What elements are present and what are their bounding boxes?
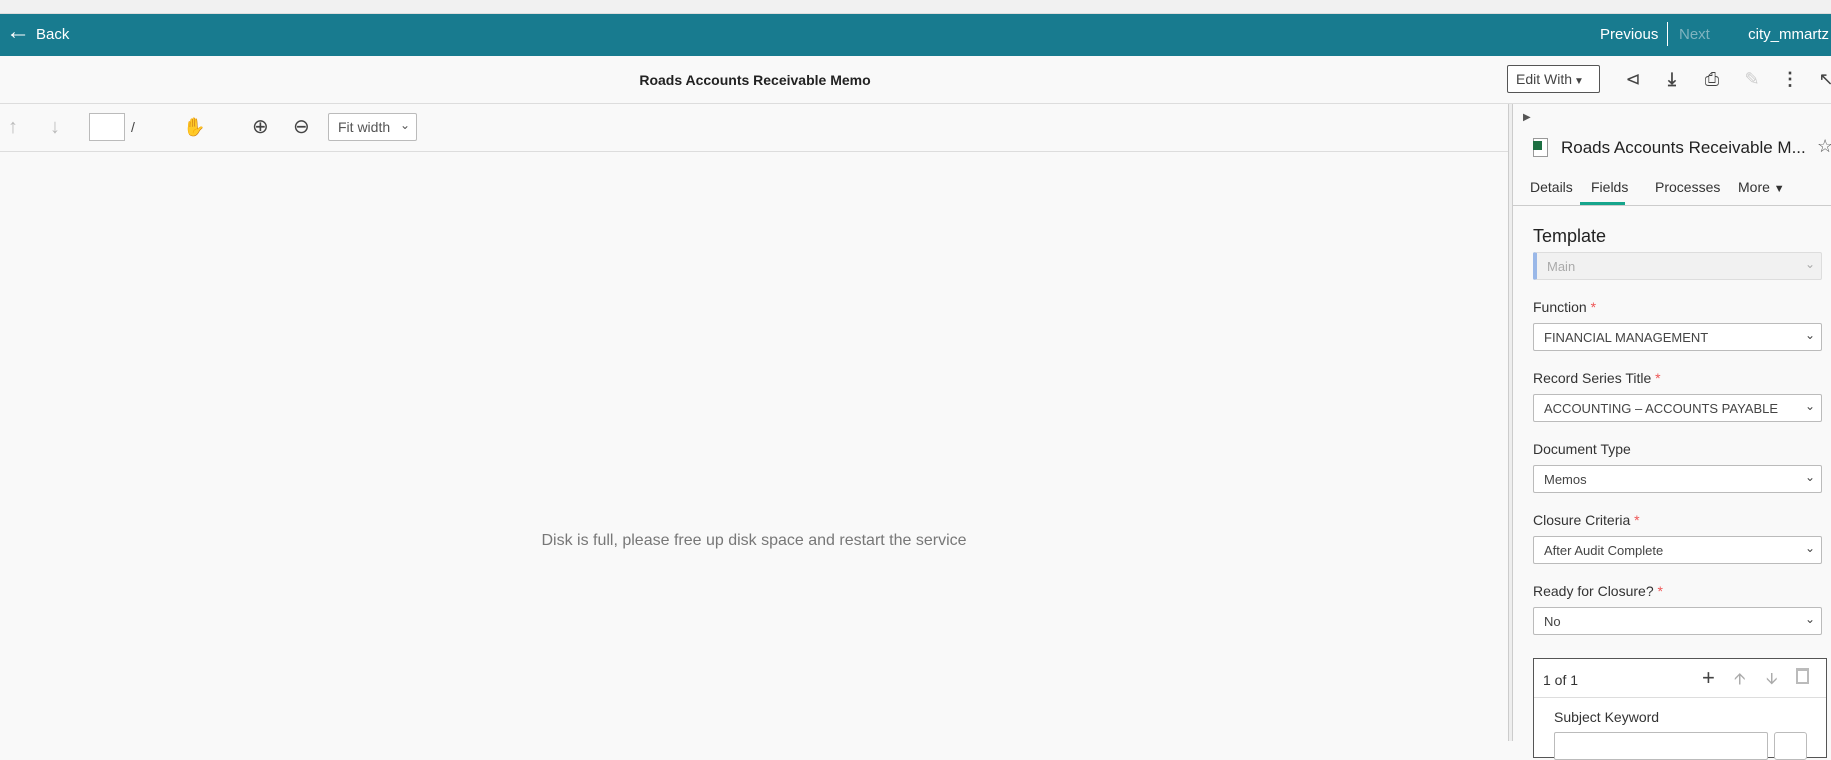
- caret-down-icon: ▼: [1773, 183, 1785, 195]
- tab-processes[interactable]: Processes: [1655, 179, 1720, 195]
- properties-panel: ▶ Roads Accounts Receivable M... ☆ Detai…: [1513, 104, 1831, 760]
- function-value: FINANCIAL MANAGEMENT: [1544, 330, 1709, 345]
- user-menu[interactable]: city_mmartz: [1721, 26, 1829, 43]
- back-button[interactable]: Back: [36, 26, 69, 43]
- subject-keyword-group: 1 of 1 + 🡩 🡫 Subject Keyword: [1533, 658, 1827, 760]
- chevron-down-icon: ⌄: [1804, 257, 1815, 271]
- record-series-title-value: ACCOUNTING – ACCOUNTS PAYABLE: [1544, 401, 1779, 416]
- closure-criteria-label: Closure Criteria *: [1533, 512, 1640, 528]
- tab-more-label: More: [1738, 179, 1770, 195]
- add-entry-icon[interactable]: +: [1702, 665, 1715, 691]
- chevron-down-icon: ⌄: [1804, 399, 1815, 413]
- document-type-label: Document Type: [1533, 441, 1631, 457]
- page-separator: /: [131, 119, 135, 135]
- delete-entry-icon: [1796, 668, 1809, 684]
- subject-keyword-label: Subject Keyword: [1554, 709, 1660, 725]
- edit-with-label: Edit With: [1516, 71, 1573, 87]
- print-icon[interactable]: ⎙: [1701, 68, 1723, 90]
- move-up-icon: 🡩: [1734, 671, 1746, 688]
- template-select: Main ⌄: [1533, 252, 1822, 280]
- entry-counter: 1 of 1: [1543, 672, 1579, 688]
- closure-criteria-select[interactable]: After Audit Complete ⌄: [1533, 536, 1822, 564]
- move-down-icon: 🡫: [1766, 671, 1778, 688]
- ready-for-closure-label: Ready for Closure? *: [1533, 583, 1663, 599]
- page-number-input[interactable]: [89, 113, 125, 141]
- group-divider: [1534, 697, 1826, 698]
- panel-document-title: Roads Accounts Receivable M...: [1561, 138, 1806, 157]
- chevron-down-icon: ⌄: [1804, 328, 1815, 342]
- collapse-icon[interactable]: ↖: [1815, 68, 1831, 90]
- chevron-down-icon: ⌄: [1804, 541, 1815, 555]
- pan-hand-icon[interactable]: ✋: [183, 116, 205, 138]
- ready-for-closure-value: No: [1544, 614, 1561, 629]
- chevron-down-icon: ⌄: [399, 118, 410, 132]
- browser-bookmarks-strip: [0, 0, 1831, 14]
- tab-bar: [1513, 205, 1831, 206]
- next-button[interactable]: Next: [1679, 26, 1710, 43]
- document-title: Roads Accounts Receivable Memo: [639, 72, 871, 88]
- caret-down-icon: ▼: [1574, 76, 1584, 87]
- more-options-icon[interactable]: ⋮: [1779, 68, 1801, 90]
- previous-button[interactable]: Previous: [1600, 26, 1658, 43]
- tab-details[interactable]: Details: [1530, 179, 1573, 195]
- document-type-select[interactable]: Memos ⌄: [1533, 465, 1822, 493]
- app-header: ← Back Previous Next city_mmartz: [0, 14, 1831, 56]
- record-series-title-label: Record Series Title *: [1533, 370, 1661, 386]
- zoom-mode-select[interactable]: Fit width ⌄: [328, 113, 417, 141]
- active-tab-indicator: [1580, 202, 1625, 205]
- subject-keyword-lookup-button[interactable]: [1774, 732, 1807, 760]
- tab-fields[interactable]: Fields: [1591, 179, 1628, 195]
- edit-with-button[interactable]: Edit With ▼: [1507, 65, 1600, 93]
- subject-keyword-input[interactable]: [1554, 732, 1768, 760]
- favorite-star-icon[interactable]: ☆: [1817, 136, 1831, 157]
- document-type-value: Memos: [1544, 472, 1587, 487]
- function-label: Function *: [1533, 299, 1597, 315]
- ready-for-closure-select[interactable]: No ⌄: [1533, 607, 1822, 635]
- function-select[interactable]: FINANCIAL MANAGEMENT ⌄: [1533, 323, 1822, 351]
- tab-more[interactable]: More ▼: [1738, 179, 1785, 195]
- document-title-bar: Roads Accounts Receivable Memo Edit With…: [0, 56, 1831, 104]
- zoom-in-icon[interactable]: ⊕: [252, 116, 269, 138]
- previous-page-icon: ↑: [8, 116, 18, 138]
- expand-panel-icon[interactable]: ▶: [1523, 112, 1531, 123]
- back-arrow-icon[interactable]: ←: [6, 20, 30, 44]
- template-value: Main: [1547, 259, 1576, 274]
- share-icon[interactable]: ⊲: [1622, 68, 1644, 90]
- annotate-icon: ✎: [1744, 69, 1760, 89]
- nav-divider: [1667, 22, 1668, 46]
- chevron-down-icon: ⌄: [1804, 612, 1815, 626]
- zoom-out-icon[interactable]: ⊖: [293, 116, 310, 138]
- download-icon[interactable]: ⤓: [1661, 68, 1683, 90]
- zoom-mode-value: Fit width: [338, 119, 391, 135]
- next-page-icon: ↓: [50, 116, 60, 138]
- closure-criteria-value: After Audit Complete: [1544, 543, 1664, 558]
- viewer-toolbar: ↑ ↓ / ✋ ⊕ ⊖ Fit width ⌄: [0, 104, 1508, 152]
- excel-file-icon: [1533, 138, 1548, 157]
- chevron-down-icon: ⌄: [1804, 470, 1815, 484]
- viewer-error-message: Disk is full, please free up disk space …: [541, 532, 967, 549]
- template-heading: Template: [1533, 226, 1607, 246]
- record-series-title-select[interactable]: ACCOUNTING – ACCOUNTS PAYABLE ⌄: [1533, 394, 1822, 422]
